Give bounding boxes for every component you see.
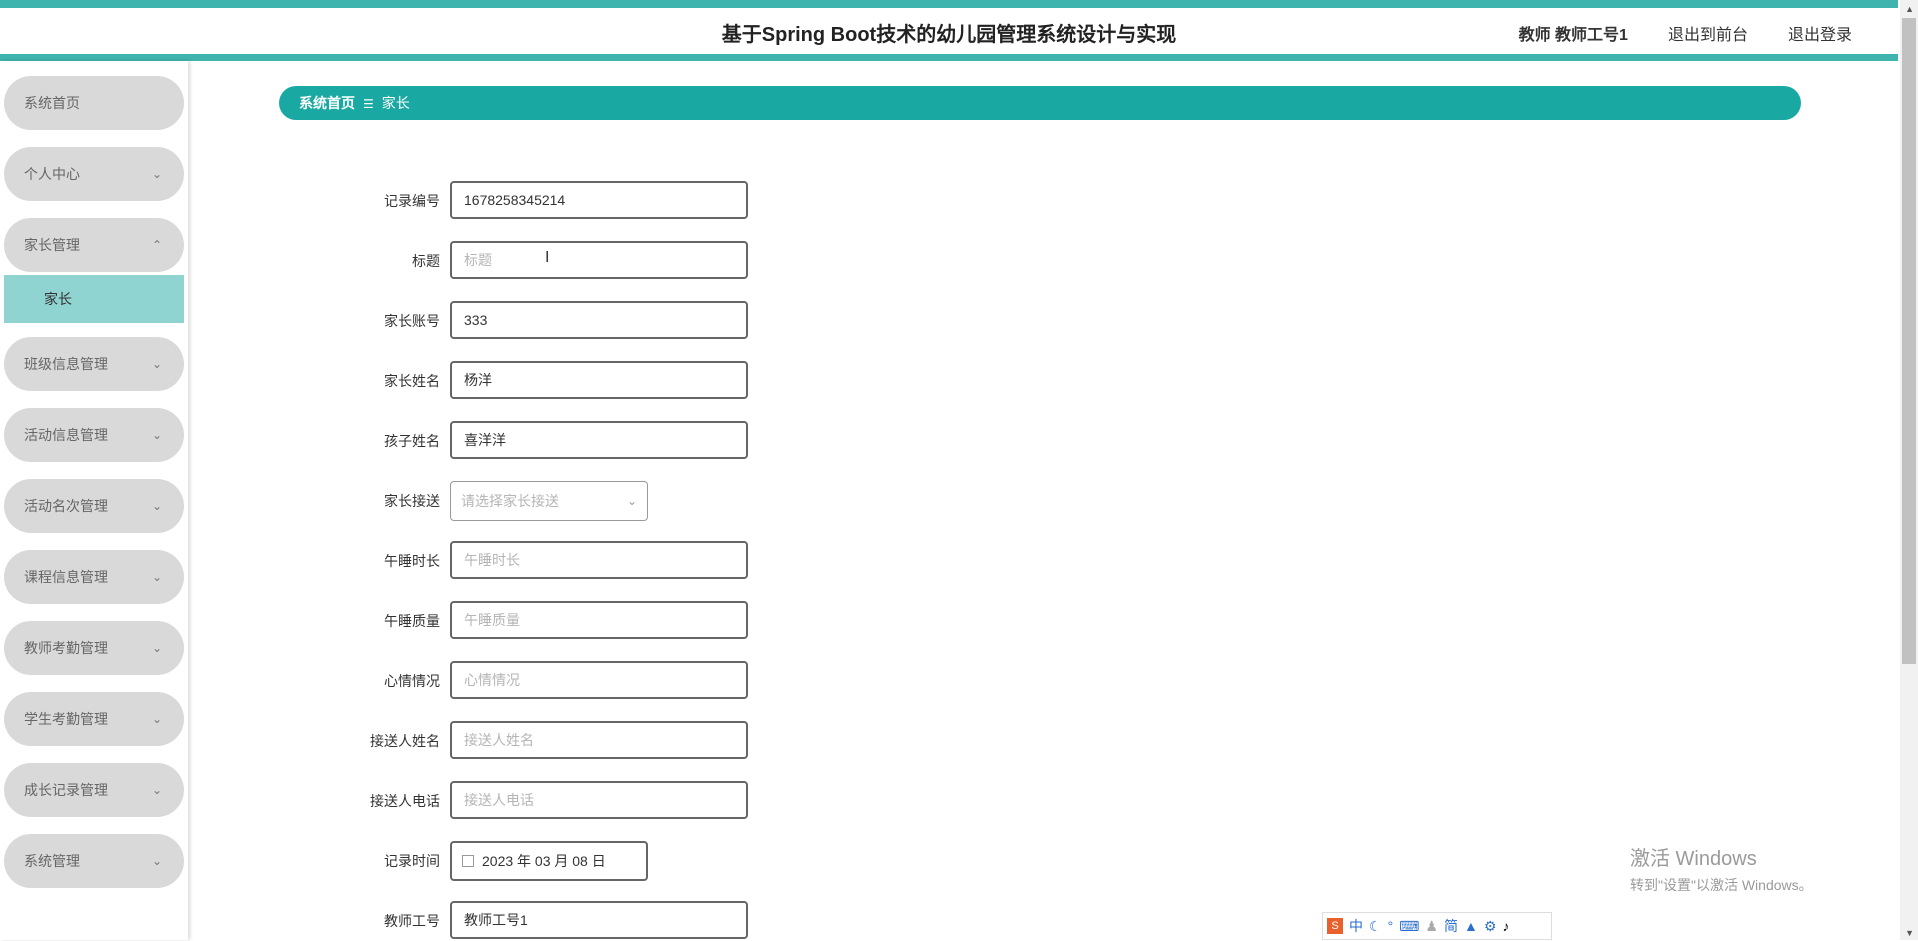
breadcrumb-current: 家长 — [381, 95, 410, 111]
skin-icon[interactable]: ▲ — [1464, 918, 1478, 934]
front-page-link[interactable]: 退出到前台 — [1668, 21, 1748, 45]
sidebar-item-activity-info[interactable]: 活动信息管理 ⌄ — [4, 408, 184, 462]
sidebar-item-system-management[interactable]: 系统管理 ⌄ — [4, 834, 184, 888]
page-scrollbar[interactable]: ▲ ▼ — [1900, 0, 1918, 940]
user-icon[interactable]: ♟ — [1425, 918, 1438, 935]
chevron-down-icon: ⌄ — [626, 494, 637, 508]
mood-input[interactable] — [450, 661, 748, 699]
record-time-label: 记录时间 — [384, 853, 440, 869]
scroll-up-icon[interactable]: ▲ — [1905, 4, 1914, 14]
text-cursor-icon: I — [545, 249, 550, 266]
record-time-value: 2023 年 03 月 08 日 — [482, 853, 606, 869]
teacher-id-label: 教师工号 — [384, 913, 440, 929]
parent-account-input[interactable] — [450, 301, 748, 339]
sidebar-item-label: 系统管理 — [24, 853, 80, 869]
nap-duration-input[interactable] — [450, 541, 748, 579]
pickup-person-name-input[interactable] — [450, 721, 748, 759]
sidebar-item-parent-management[interactable]: 家长管理 ⌃ — [4, 218, 184, 272]
logout-link[interactable]: 退出登录 — [1788, 21, 1852, 45]
menu-icon: ☰ — [363, 97, 374, 111]
ime-simplified-toggle[interactable]: 简 — [1444, 916, 1458, 936]
pickup-label: 家长接送 — [384, 493, 440, 509]
sidebar: 系统首页 个人中心 ⌄ 家长管理 ⌃ 家长 班级信息管理 ⌄ 活动信息管理 ⌄ … — [0, 61, 188, 940]
sidebar-item-activity-ranking[interactable]: 活动名次管理 ⌄ — [4, 479, 184, 533]
nap-duration-label: 午睡时长 — [384, 553, 440, 569]
mood-label: 心情情况 — [384, 673, 440, 689]
breadcrumb-home[interactable]: 系统首页 — [299, 95, 355, 111]
scroll-thumb[interactable] — [1902, 18, 1916, 664]
sidebar-item-label: 活动信息管理 — [24, 427, 108, 443]
child-name-input[interactable] — [450, 421, 748, 459]
ime-mode-toggle[interactable]: 中 — [1349, 916, 1363, 936]
submenu-item-parent[interactable]: 家长 — [4, 275, 184, 323]
chevron-down-icon: ⌄ — [151, 167, 162, 181]
sidebar-item-label: 学生考勤管理 — [24, 711, 108, 727]
calendar-icon — [462, 855, 474, 867]
chevron-down-icon: ⌄ — [151, 783, 162, 797]
chevron-up-icon: ⌃ — [151, 238, 162, 252]
sidebar-item-personal-center[interactable]: 个人中心 ⌄ — [4, 147, 184, 201]
chevron-down-icon: ⌄ — [151, 854, 162, 868]
sidebar-item-growth-record[interactable]: 成长记录管理 ⌄ — [4, 763, 184, 817]
pickup-person-phone-label: 接送人电话 — [370, 793, 440, 809]
pickup-select[interactable]: 请选择家长接送 ⌄ — [450, 481, 648, 521]
ime-logo-icon[interactable]: S — [1327, 918, 1343, 934]
sidebar-item-teacher-attendance[interactable]: 教师考勤管理 ⌄ — [4, 621, 184, 675]
sidebar-item-label: 系统首页 — [24, 95, 80, 111]
gear-icon[interactable]: ⚙ — [1484, 918, 1497, 935]
sidebar-item-label: 教师考勤管理 — [24, 640, 108, 656]
tiktok-icon[interactable]: ♪ — [1502, 918, 1509, 934]
pickup-select-placeholder: 请选择家长接送 — [461, 493, 559, 509]
ime-toolbar: S 中 ☾ ° ⌨ ♟ 简 ▲ ⚙ ♪ — [1322, 912, 1552, 940]
chevron-down-icon: ⌄ — [151, 499, 162, 513]
watermark-line1: 激活 Windows — [1630, 848, 1757, 870]
nap-quality-input[interactable] — [450, 601, 748, 639]
teacher-id-input[interactable] — [450, 901, 748, 939]
sidebar-item-label: 课程信息管理 — [24, 569, 108, 585]
punctuation-icon[interactable]: ° — [1388, 918, 1394, 934]
moon-icon[interactable]: ☾ — [1369, 918, 1382, 935]
chevron-down-icon: ⌄ — [151, 712, 162, 726]
watermark-line2: 转到"设置"以激活 Windows。 — [1630, 877, 1813, 893]
record-time-picker[interactable]: 2023 年 03 月 08 日 — [450, 841, 648, 881]
sidebar-item-course-info[interactable]: 课程信息管理 ⌄ — [4, 550, 184, 604]
title-input[interactable] — [450, 241, 748, 279]
record-no-label: 记录编号 — [384, 193, 440, 209]
top-bar: 基于Spring Boot技术的幼儿园管理系统设计与实现 教师 教师工号1 退出… — [0, 0, 1898, 61]
sidebar-item-label: 活动名次管理 — [24, 498, 108, 514]
chevron-down-icon: ⌄ — [151, 641, 162, 655]
child-name-label: 孩子姓名 — [384, 433, 440, 449]
sidebar-item-student-attendance[interactable]: 学生考勤管理 ⌄ — [4, 692, 184, 746]
parent-account-label: 家长账号 — [384, 313, 440, 329]
parent-name-input[interactable] — [450, 361, 748, 399]
sidebar-item-label: 班级信息管理 — [24, 356, 108, 372]
sidebar-item-class-info[interactable]: 班级信息管理 ⌄ — [4, 337, 184, 391]
sidebar-item-label: 成长记录管理 — [24, 782, 108, 798]
keyboard-icon[interactable]: ⌨ — [1399, 918, 1419, 935]
sidebar-item-home[interactable]: 系统首页 — [4, 76, 184, 130]
top-right-links: 教师 教师工号1 退出到前台 退出登录 — [1519, 21, 1852, 45]
chevron-down-icon: ⌄ — [151, 428, 162, 442]
title-label: 标题 — [412, 253, 440, 269]
sidebar-item-label: 个人中心 — [24, 166, 80, 182]
pickup-person-name-label: 接送人姓名 — [370, 733, 440, 749]
record-no-input[interactable] — [450, 181, 748, 219]
parent-name-label: 家长姓名 — [384, 373, 440, 389]
sidebar-item-label: 家长管理 — [24, 237, 80, 253]
breadcrumb: 系统首页 ☰ 家长 — [279, 86, 1801, 120]
scroll-down-icon[interactable]: ▼ — [1905, 928, 1914, 938]
windows-activation-watermark: 激活 Windows 转到"设置"以激活 Windows。 — [1630, 842, 1813, 895]
current-user-label: 教师 教师工号1 — [1518, 27, 1628, 44]
pickup-person-phone-input[interactable] — [450, 781, 748, 819]
chevron-down-icon: ⌄ — [151, 570, 162, 584]
chevron-down-icon: ⌄ — [151, 357, 162, 371]
nap-quality-label: 午睡质量 — [384, 613, 440, 629]
